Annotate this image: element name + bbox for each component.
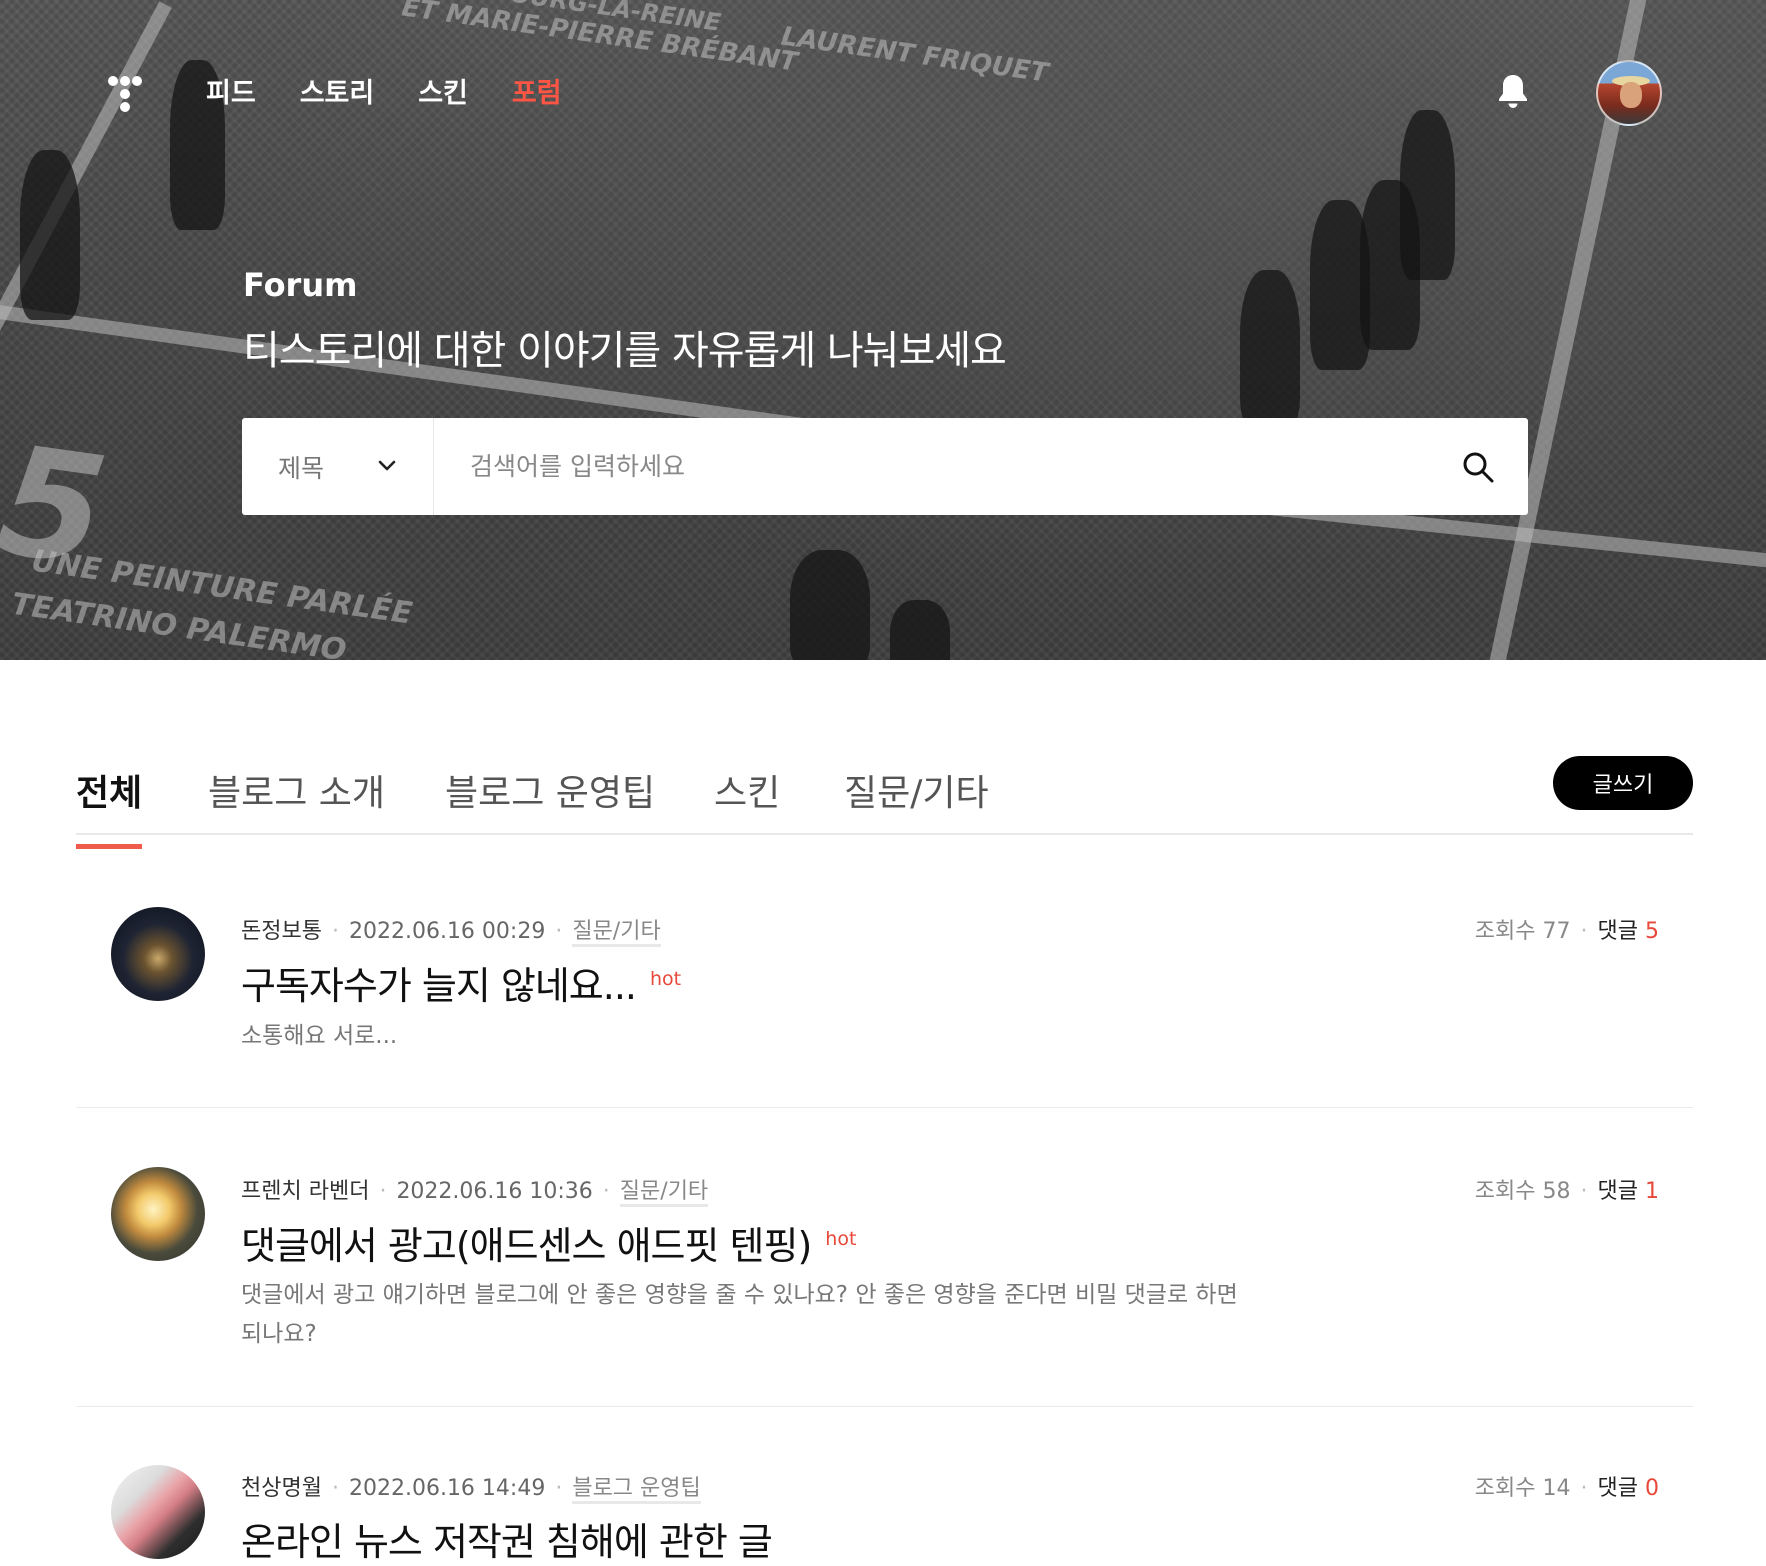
search-icon [1463, 452, 1494, 482]
post-date: 2022.06.16 14:49 [348, 1476, 546, 1501]
post-item[interactable]: 돈정보통 · 2022.06.16 00:29 · 질문/기타 조회수 77 · 댓글 5 … [76, 835, 1693, 1108]
search-field-select[interactable]: 제목 [242, 418, 434, 515]
nav-item-feed[interactable]: 피드 [206, 71, 256, 110]
post-stats: 조회수 58 · 댓글 1 [1474, 1179, 1659, 1204]
author-avatar[interactable] [111, 1465, 205, 1559]
nav-item-forum[interactable]: 포럼 [512, 71, 562, 110]
post-item[interactable]: 프렌치 라벤더 · 2022.06.16 10:36 · 질문/기타 조회수 58 · 댓글… [76, 1108, 1693, 1407]
post-views: 조회수 77 [1474, 919, 1571, 944]
chevron-down-icon [378, 460, 396, 471]
post-title[interactable]: 댓글에서 광고(애드센스 애드핏 텐핑) hot [241, 1215, 856, 1270]
post-author[interactable]: 천상명월 [241, 1476, 322, 1501]
nav-item-story[interactable]: 스토리 [300, 71, 375, 110]
page-subtitle: 티스토리에 대한 이야기를 자유롭게 나눠보세요 [243, 328, 1007, 374]
post-excerpt[interactable]: 댓글에서 광고 얘기하면 블로그에 안 좋은 영향을 줄 수 있나요? 안 좋은… [241, 1276, 1251, 1354]
write-button[interactable]: 글쓰기 [1553, 756, 1693, 810]
post-excerpt[interactable]: 소통해요 서로... [241, 1017, 1251, 1056]
author-avatar[interactable] [111, 1167, 205, 1261]
category-tabs: 전체 블로그 소개 블로그 운영팁 스킨 질문/기타 글쓰기 [76, 740, 1693, 849]
post-category[interactable]: 질문/기타 [572, 919, 661, 947]
comments-count: 5 [1645, 919, 1659, 944]
post-title-text: 댓글에서 광고(애드센스 애드핏 텐핑) [241, 1224, 812, 1268]
search-input[interactable] [434, 418, 1428, 515]
post-stats: 조회수 77 · 댓글 5 [1474, 919, 1659, 944]
nav-item-skin[interactable]: 스킨 [418, 71, 468, 110]
tab-blog-tips[interactable]: 블로그 운영팁 [445, 764, 655, 844]
comments-count: 0 [1645, 1476, 1659, 1501]
hot-badge: hot [650, 968, 682, 991]
post-title-text: 온라인 뉴스 저작권 침해에 관한 글 [241, 1520, 773, 1564]
main-nav: 피드 스토리 스킨 포럼 [100, 60, 606, 120]
tab-skin[interactable]: 스킨 [714, 764, 780, 844]
post-date: 2022.06.16 10:36 [396, 1179, 593, 1204]
post-title[interactable]: 구독자수가 늘지 않네요... hot [241, 955, 681, 1010]
post-meta: 천상명월 · 2022.06.16 14:49 · 블로그 운영팁 [241, 1470, 701, 1504]
tab-blog-intro[interactable]: 블로그 소개 [208, 764, 385, 844]
post-category[interactable]: 블로그 운영팁 [572, 1476, 701, 1504]
comments-count: 1 [1645, 1179, 1659, 1204]
post-title-text: 구독자수가 늘지 않네요... [241, 964, 637, 1008]
comments-label: 댓글 [1597, 919, 1638, 944]
search-field-value: 제목 [278, 453, 325, 483]
bell-icon[interactable] [1496, 72, 1530, 110]
post-item[interactable]: 천상명월 · 2022.06.16 14:49 · 블로그 운영팁 조회수 14 · 댓글 … [76, 1407, 1693, 1566]
user-avatar[interactable] [1596, 60, 1662, 126]
tab-qna-etc[interactable]: 질문/기타 [844, 764, 989, 844]
hot-badge: hot [825, 1228, 857, 1251]
post-author[interactable]: 프렌치 라벤더 [241, 1179, 369, 1204]
post-author[interactable]: 돈정보통 [241, 919, 322, 944]
search-bar: 제목 [242, 418, 1528, 515]
post-title[interactable]: 온라인 뉴스 저작권 침해에 관한 글 [241, 1511, 773, 1566]
hero-banner: 5 UNE PEINTURE PARLÉE TEATRINO PALERMO E… [0, 0, 1766, 660]
tistory-logo-icon[interactable] [100, 64, 146, 116]
search-button[interactable] [1428, 418, 1528, 515]
post-category[interactable]: 질문/기타 [619, 1179, 709, 1207]
post-views: 조회수 14 [1474, 1476, 1571, 1501]
post-meta: 프렌치 라벤더 · 2022.06.16 10:36 · 질문/기타 [241, 1173, 709, 1207]
author-avatar[interactable] [111, 907, 205, 1001]
post-date: 2022.06.16 00:29 [348, 919, 546, 944]
comments-label: 댓글 [1597, 1476, 1638, 1501]
page-title: Forum [243, 266, 358, 304]
comments-label: 댓글 [1597, 1179, 1638, 1204]
post-meta: 돈정보통 · 2022.06.16 00:29 · 질문/기타 [241, 913, 661, 947]
post-views: 조회수 58 [1474, 1179, 1571, 1204]
post-stats: 조회수 14 · 댓글 0 [1474, 1476, 1659, 1501]
